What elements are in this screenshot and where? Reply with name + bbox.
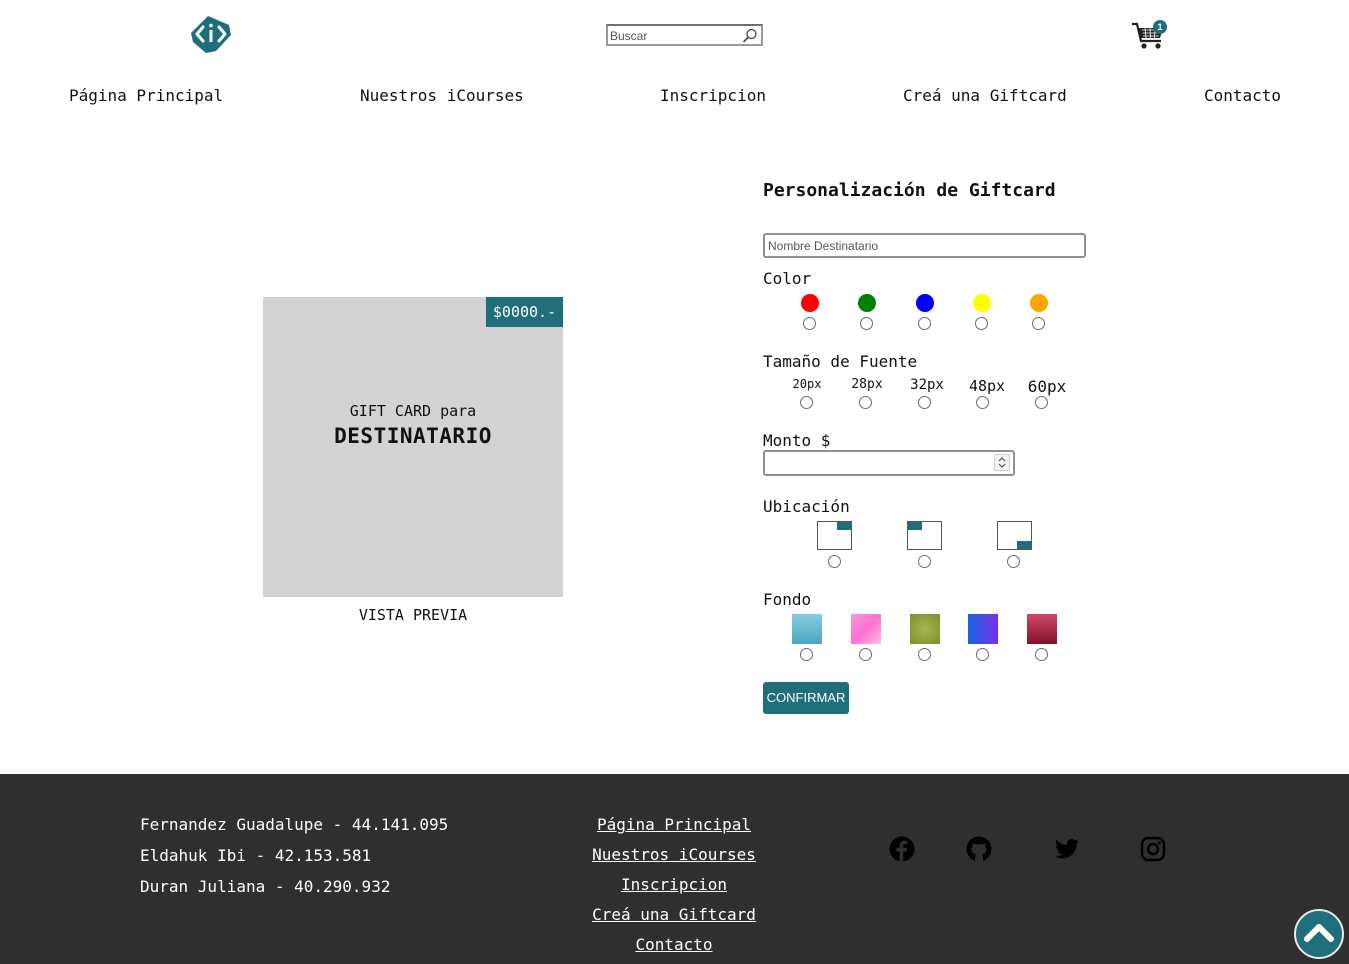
font-size-label: Tamaño de Fuente (763, 352, 918, 371)
background-radio-pink[interactable] (859, 648, 872, 661)
nav-crea-giftcard[interactable]: Creá una Giftcard (903, 86, 1067, 105)
search-icon[interactable] (741, 27, 759, 45)
footer-link-nuestros-icourses[interactable]: Nuestros iCourses (574, 845, 774, 864)
location-marker (1017, 541, 1031, 549)
font-size-radio-20[interactable] (800, 396, 813, 409)
font-size-option-label: 60px (1027, 377, 1067, 396)
search-box[interactable] (606, 24, 763, 46)
color-radio-green[interactable] (860, 317, 873, 330)
location-radio-top-right[interactable] (828, 555, 841, 568)
font-size-option-label: 48px (968, 377, 1006, 395)
background-swatch-blue-purple (968, 614, 998, 644)
giftcard-preview: $0000.- GIFT CARD para DESTINATARIO (263, 297, 563, 597)
color-swatch-orange (1030, 294, 1048, 312)
location-marker (908, 522, 922, 530)
location-top-left-icon (907, 521, 942, 550)
background-radio-olive[interactable] (918, 648, 931, 661)
site-logo[interactable] (188, 13, 234, 55)
background-radio-crimson[interactable] (1035, 648, 1048, 661)
color-radio-orange[interactable] (1032, 317, 1045, 330)
nav-nuestros-icourses[interactable]: Nuestros iCourses (360, 86, 524, 105)
instagram-icon[interactable] (1140, 836, 1166, 862)
color-radio-red[interactable] (803, 317, 816, 330)
font-size-radio-28[interactable] (859, 396, 872, 409)
footer-link-pagina-principal[interactable]: Página Principal (574, 815, 774, 834)
font-size-option-label: 28px (851, 377, 883, 392)
location-top-right-icon (817, 521, 852, 550)
background-radio-blue-purple[interactable] (976, 648, 989, 661)
color-swatch-green (858, 294, 876, 312)
confirm-button[interactable]: CONFIRMAR (763, 682, 849, 714)
search-input[interactable] (610, 27, 740, 44)
font-size-radio-48[interactable] (976, 396, 989, 409)
background-swatch-olive (910, 614, 940, 644)
ubicacion-label: Ubicación (763, 497, 850, 516)
nav-pagina-principal[interactable]: Página Principal (69, 86, 223, 105)
monto-label: Monto $ (763, 431, 831, 450)
preview-caption: VISTA PREVIA (358, 606, 468, 624)
background-swatch-pink (851, 614, 881, 644)
location-radio-bottom-right[interactable] (1007, 555, 1020, 568)
location-radio-top-left[interactable] (918, 555, 931, 568)
scroll-to-top-button[interactable] (1294, 909, 1344, 959)
fondo-label: Fondo (763, 590, 812, 609)
font-size-option-label: 20px (792, 377, 822, 391)
background-swatch-crimson (1027, 614, 1057, 644)
form-title: Personalización de Giftcard (763, 180, 1056, 201)
credit-line: Fernandez Guadalupe - 44.141.095 (140, 815, 449, 834)
font-size-radio-32[interactable] (918, 396, 931, 409)
price-badge: $0000.- (486, 297, 563, 327)
color-swatch-red (801, 294, 819, 312)
background-swatch-sky (792, 614, 822, 644)
giftcard-heading: GIFT CARD para (349, 402, 477, 420)
font-size-option-label: 32px (910, 377, 944, 393)
footer-link-contacto[interactable]: Contacto (574, 935, 774, 954)
color-swatch-yellow (973, 294, 991, 312)
nav-inscripcion[interactable]: Inscripcion (660, 86, 766, 105)
nav-contacto[interactable]: Contacto (1204, 86, 1281, 105)
background-radio-sky[interactable] (800, 648, 813, 661)
footer-link-inscripcion[interactable]: Inscripcion (574, 875, 774, 894)
footer-link-crea-giftcard[interactable]: Creá una Giftcard (574, 905, 774, 924)
color-label: Color (763, 269, 812, 288)
credit-line: Eldahuk Ibi - 42.153.581 (140, 846, 372, 865)
github-icon[interactable] (966, 836, 992, 862)
monto-input[interactable] (763, 450, 1015, 476)
chevron-up-icon (1304, 924, 1334, 942)
color-radio-yellow[interactable] (975, 317, 988, 330)
number-stepper-icon[interactable] (994, 454, 1010, 471)
facebook-icon[interactable] (889, 836, 915, 862)
cart-count-badge: 1 (1153, 20, 1167, 34)
location-marker (837, 522, 851, 530)
location-bottom-right-icon (997, 521, 1032, 550)
twitter-icon[interactable] (1054, 836, 1080, 862)
color-swatch-blue (916, 294, 934, 312)
giftcard-recipient: DESTINATARIO (334, 424, 492, 448)
color-radio-blue[interactable] (918, 317, 931, 330)
recipient-name-input[interactable] (763, 233, 1086, 258)
credit-line: Duran Juliana - 40.290.932 (140, 877, 391, 896)
font-size-radio-60[interactable] (1035, 396, 1048, 409)
